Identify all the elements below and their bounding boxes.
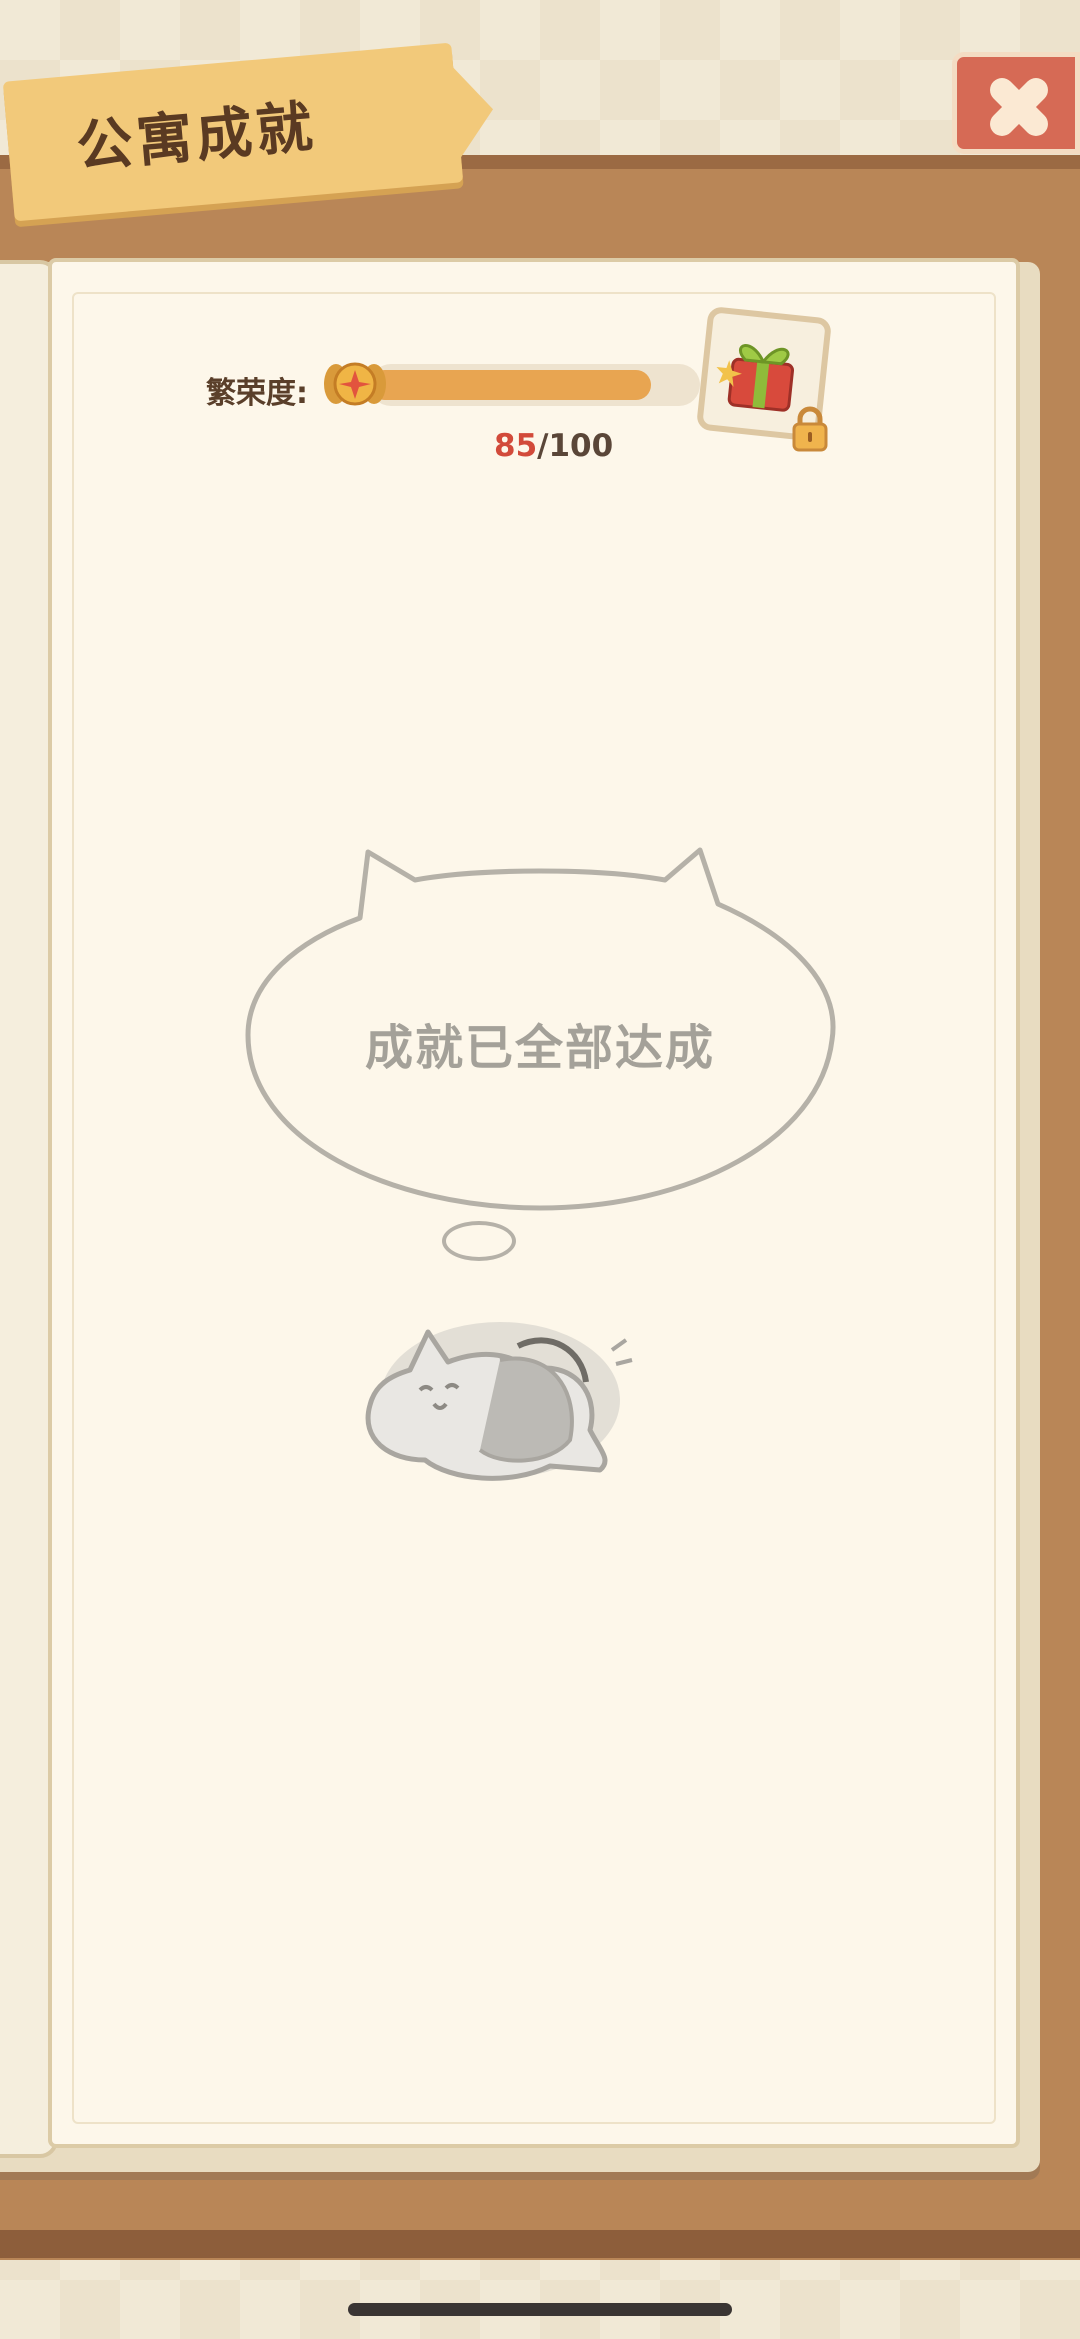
laurel-badge-icon — [324, 362, 386, 406]
prosperity-separator: / — [537, 428, 549, 464]
close-button[interactable] — [952, 52, 1080, 154]
thought-bubble-dot — [442, 1221, 516, 1261]
close-icon — [990, 78, 1048, 136]
empty-state-message: 成就已全部达成 — [365, 1020, 716, 1076]
home-indicator[interactable] — [348, 2303, 732, 2316]
lock-icon — [792, 406, 828, 452]
prosperity-label: 繁荣度: — [206, 376, 308, 411]
prosperity-value: 85/100 — [494, 428, 613, 464]
prosperity-current: 85 — [494, 428, 538, 464]
prosperity-progress-bar — [370, 364, 700, 406]
prosperity-max: 100 — [548, 428, 614, 464]
prosperity-progress-fill — [370, 370, 651, 400]
desk-edge — [0, 2230, 1080, 2258]
sleeping-cat-icon — [365, 1322, 633, 1481]
